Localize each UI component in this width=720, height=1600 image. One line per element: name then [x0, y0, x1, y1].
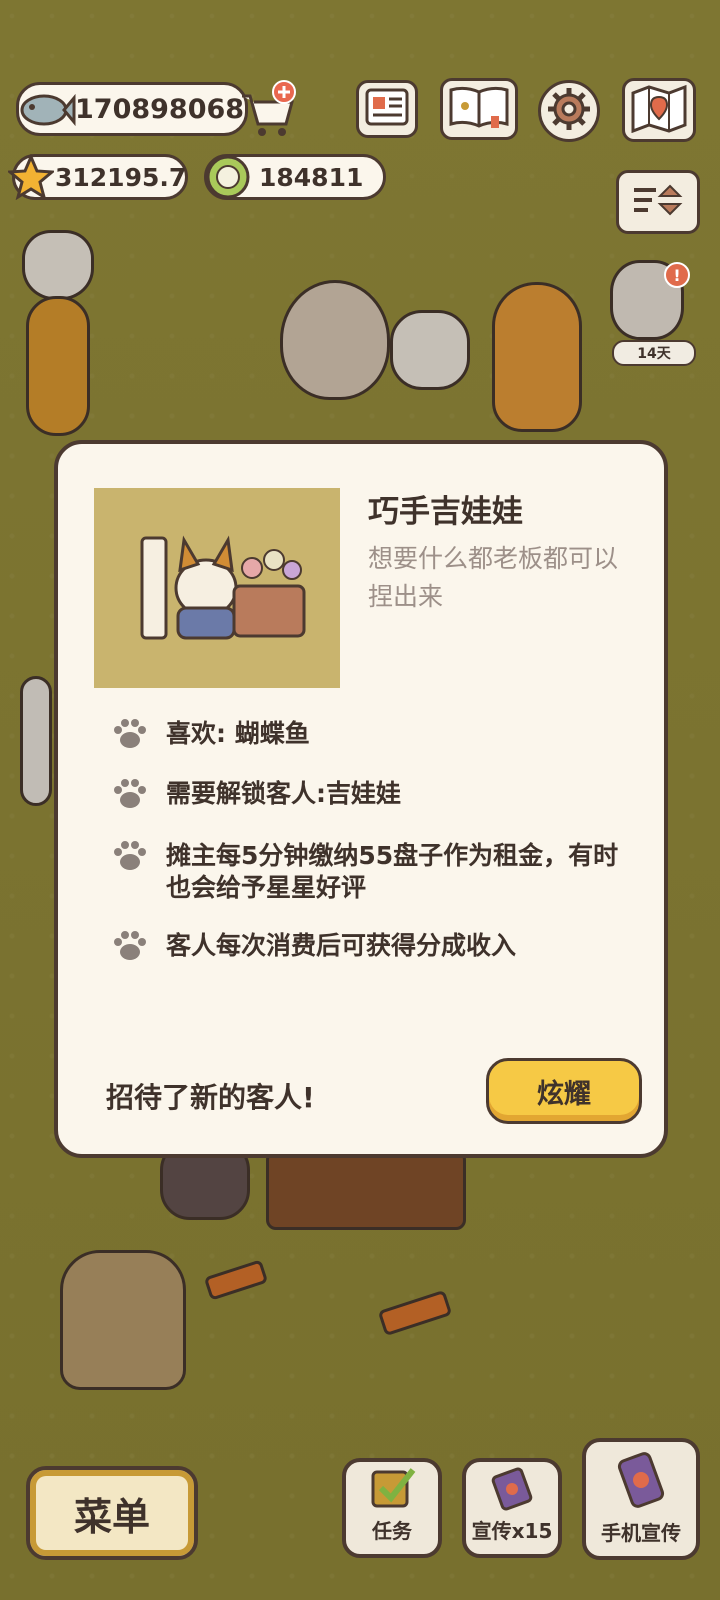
- map-button[interactable]: [622, 78, 696, 142]
- customer-unlock-dialog: 巧手吉娃娃 想要什么都老板都可以捏出来 喜欢: 蝴蝶鱼 需要解锁客人:吉娃娃 摊…: [54, 440, 668, 1158]
- customer-description: 想要什么都老板都可以捏出来: [368, 544, 619, 611]
- coin-amount: 184811: [259, 162, 364, 192]
- event-days-badge[interactable]: 14天: [612, 340, 696, 366]
- star-currency: 312195.7: [8, 154, 188, 200]
- plate-icon: [203, 153, 253, 201]
- feature-unlock-requirement: 需要解锁客人:吉娃娃: [110, 778, 630, 810]
- feature-rent: 摊主每5分钟缴纳55盘子作为租金，有时也会给予星星好评: [110, 840, 630, 904]
- alert-icon: !: [664, 262, 690, 288]
- fish-currency: 170898068: [16, 82, 248, 136]
- newspaper-icon: [364, 87, 410, 131]
- paw-icon: [114, 719, 146, 748]
- book-button[interactable]: [440, 78, 518, 140]
- feature-text: 喜欢: 蝴蝶鱼: [166, 719, 310, 748]
- coin-currency: 184811: [204, 154, 386, 200]
- sort-icon: [626, 178, 690, 226]
- star-amount: 312195.7: [55, 162, 187, 192]
- feature-text: 需要解锁客人:吉娃娃: [166, 779, 401, 808]
- cart-icon: [236, 80, 300, 142]
- paw-icon: [114, 841, 146, 870]
- star-icon: [7, 153, 55, 201]
- feature-revenue-share: 客人每次消费后可获得分成收入: [110, 930, 630, 962]
- map-icon: [629, 83, 689, 137]
- paw-icon: [114, 931, 146, 960]
- promo-label: 宣传x15: [471, 1519, 553, 1543]
- settings-button[interactable]: [538, 80, 600, 142]
- feature-favorite: 喜欢: 蝴蝶鱼: [110, 718, 630, 750]
- feature-text: 客人每次消费后可获得分成收入: [166, 931, 517, 960]
- flyer-icon: [487, 1462, 537, 1515]
- newspaper-button[interactable]: [356, 80, 418, 138]
- task-button[interactable]: 任务: [342, 1458, 442, 1558]
- feature-text: 摊主每5分钟缴纳55盘子作为租金，有时也会给予星星好评: [166, 841, 619, 902]
- book-icon: [447, 84, 511, 134]
- paw-icon: [114, 779, 146, 808]
- promo-button[interactable]: 宣传x15: [462, 1458, 562, 1558]
- phone-promo-button[interactable]: 手机宣传: [582, 1438, 700, 1560]
- fish-amount: 170898068: [75, 93, 245, 125]
- phone-icon: [611, 1442, 671, 1517]
- show-off-button[interactable]: 炫耀: [486, 1058, 642, 1124]
- menu-button[interactable]: 菜单: [26, 1466, 198, 1560]
- sort-button[interactable]: [616, 170, 700, 234]
- shop-cart-button[interactable]: [236, 80, 300, 138]
- stall-thumbnail: [94, 488, 340, 688]
- checklist-icon: [367, 1462, 417, 1515]
- gear-icon: [544, 84, 594, 138]
- customer-title: 巧手吉娃娃: [368, 494, 523, 530]
- phone-promo-label: 手机宣传: [601, 1521, 681, 1545]
- task-label: 任务: [372, 1519, 412, 1543]
- fish-icon: [15, 85, 77, 135]
- new-customer-message: 招待了新的客人!: [106, 1081, 315, 1114]
